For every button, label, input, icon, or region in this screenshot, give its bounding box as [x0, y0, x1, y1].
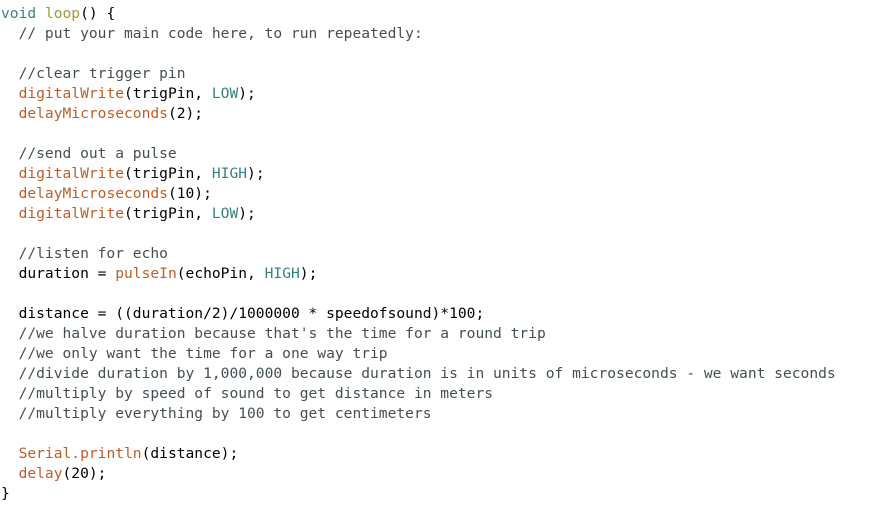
code-token-builtin: pulseIn	[115, 265, 177, 282]
code-token-builtin: digitalWrite	[18, 85, 125, 102]
code-line: duration = pulseIn(echoPin, HIGH);	[0, 264, 891, 284]
code-line: //divide duration by 1,000,000 because d…	[0, 364, 891, 384]
code-token-fnname: loop	[44, 5, 81, 22]
code-line: delayMicroseconds(10);	[0, 184, 891, 204]
code-token-keyword: void	[1, 5, 37, 22]
code-token-comment: //multiply everything by 100 to get cent…	[1, 405, 432, 422]
code-token-plain: (echoPin,	[176, 265, 265, 282]
code-token-plain: (trigPin,	[124, 205, 212, 222]
code-token-builtin: delayMicroseconds	[18, 185, 168, 202]
code-token-comment: //listen for echo	[1, 245, 168, 262]
code-line: digitalWrite(trigPin, LOW);	[0, 84, 891, 104]
code-token-plain: (trigPin,	[124, 165, 212, 182]
code-token-keyword: HIGH	[264, 265, 300, 282]
code-line: delay(20);	[0, 464, 891, 484]
code-token-plain: distance = ((duration/2)/1000000 * speed…	[1, 305, 485, 322]
code-token-comment: //we halve duration because that's the t…	[1, 325, 546, 342]
code-line: //clear trigger pin	[0, 64, 891, 84]
code-token-plain: (20);	[62, 465, 107, 482]
code-token-keyword: HIGH	[211, 165, 248, 182]
code-line: // put your main code here, to run repea…	[0, 24, 891, 44]
code-line: //we halve duration because that's the t…	[0, 324, 891, 344]
code-line: distance = ((duration/2)/1000000 * speed…	[0, 304, 891, 324]
code-line: //listen for echo	[0, 244, 891, 264]
code-token-builtin: delayMicroseconds	[18, 105, 168, 122]
code-token-plain: );	[299, 265, 318, 282]
code-line: delayMicroseconds(2);	[0, 104, 891, 124]
code-line: //we only want the time for a one way tr…	[0, 344, 891, 364]
code-token-plain: (distance);	[141, 445, 239, 462]
code-token-plain: }	[1, 485, 10, 502]
code-token-plain: () {	[80, 5, 116, 22]
code-token-comment: //send out a pulse	[1, 145, 177, 162]
code-line: //send out a pulse	[0, 144, 891, 164]
code-line: digitalWrite(trigPin, HIGH);	[0, 164, 891, 184]
code-token-builtin: digitalWrite	[18, 165, 125, 182]
code-token-plain: );	[247, 165, 265, 182]
code-line: Serial.println(distance);	[0, 444, 891, 464]
code-token-keyword: LOW	[211, 205, 239, 222]
code-line: //multiply everything by 100 to get cent…	[0, 404, 891, 424]
code-token-plain: (10);	[167, 185, 212, 202]
code-token-comment: //we only want the time for a one way tr…	[1, 345, 388, 362]
code-token-plain: (2);	[167, 105, 204, 122]
code-token-builtin: digitalWrite	[18, 205, 125, 222]
code-token-builtin: delay	[18, 465, 63, 482]
code-line: }	[0, 484, 891, 504]
code-line: void loop() {	[0, 4, 891, 24]
code-token-plain: (trigPin,	[124, 85, 212, 102]
code-token-plain: );	[238, 205, 256, 222]
code-token-builtin: Serial.println	[18, 445, 142, 462]
code-token-comment: //multiply by speed of sound to get dist…	[1, 385, 494, 402]
code-listing[interactable]: void loop() { // put your main code here…	[0, 0, 891, 508]
code-token-plain: duration =	[1, 265, 116, 282]
code-token-comment: // put your main code here, to run repea…	[1, 25, 423, 42]
code-line: //multiply by speed of sound to get dist…	[0, 384, 891, 404]
code-token-comment: //clear trigger pin	[1, 65, 186, 82]
code-token-comment: //divide duration by 1,000,000 because d…	[1, 365, 836, 382]
code-token-keyword: LOW	[211, 85, 239, 102]
code-token-plain: );	[238, 85, 256, 102]
code-line: digitalWrite(trigPin, LOW);	[0, 204, 891, 224]
